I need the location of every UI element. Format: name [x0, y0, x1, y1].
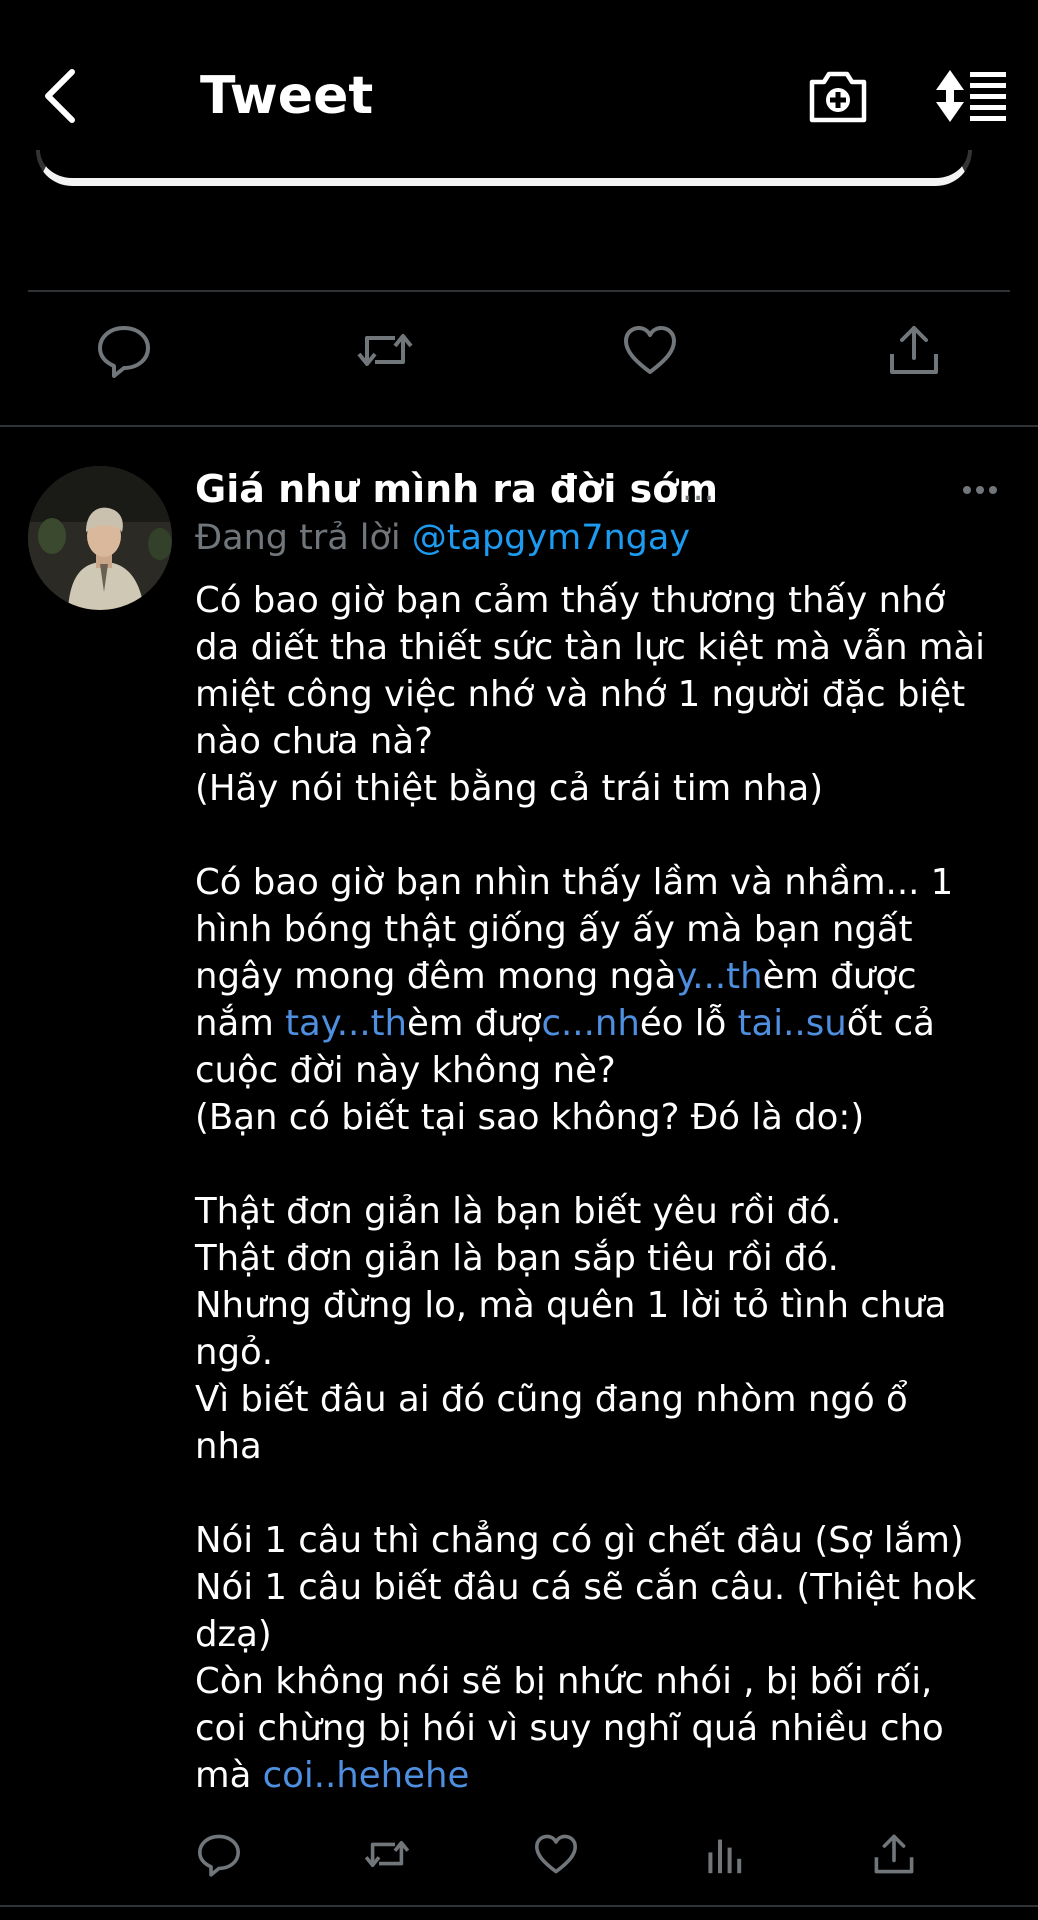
text-line: miệt công việc nhớ và nhớ 1 người đặc bi… — [195, 674, 966, 715]
share-button[interactable] — [884, 320, 944, 380]
text-line: Vì biết đâu ai đó cũng đang nhòm ngó ổ — [195, 1379, 908, 1420]
top-nav-bar: Tweet — [0, 0, 1038, 160]
retweet-button[interactable] — [363, 1830, 411, 1878]
text-line: da diết tha thiết sức tàn lực kiệt mà vẫ… — [195, 627, 986, 668]
share-icon — [874, 1834, 914, 1874]
text-line: ngây mong đêm mong ngày...thèm được — [195, 953, 1010, 1000]
reply-icon — [98, 326, 150, 378]
share-icon — [890, 326, 938, 374]
name-truncation: ... — [682, 469, 715, 509]
text-segment: èm đượ — [407, 1003, 542, 1044]
text-line: Thật đơn giản là bạn biết yêu rồi đó. — [195, 1191, 842, 1232]
reply-button[interactable] — [195, 1830, 243, 1878]
author-display-name[interactable]: Giá như mình ra đời sớm — [195, 462, 718, 516]
text-line: Nói 1 câu thì chẳng có gì chết đâu (Sợ l… — [195, 1520, 964, 1561]
text-line: ngỏ. — [195, 1332, 274, 1373]
text-segment: éo lỗ — [639, 1003, 738, 1044]
like-icon — [624, 326, 676, 374]
sort-list-icon — [936, 70, 1006, 122]
text-segment: nắm — [195, 1003, 286, 1044]
tweet-body: Có bao giờ bạn cảm thấy thương thấy nhớ … — [195, 577, 1010, 1799]
text-line: Nhưng đừng lo, mà quên 1 lời tỏ tình chư… — [195, 1285, 947, 1326]
like-icon — [535, 1834, 577, 1874]
text-line: cuộc đời này không nè? — [195, 1050, 616, 1091]
text-segment: ngây mong đêm mong ngà — [195, 956, 677, 997]
share-button[interactable] — [870, 1830, 918, 1878]
media-preview-edge — [36, 150, 972, 186]
tweet-action-bar — [0, 320, 1038, 400]
highlighted-text: y...th — [676, 956, 763, 997]
text-line: Có bao giờ bạn cảm thấy thương thấy nhớ — [195, 580, 946, 621]
text-line: coi chừng bị hói vì suy nghĩ quá nhiều c… — [195, 1708, 944, 1749]
text-line: (Hãy nói thiệt bằng cả trái tim nha) — [195, 768, 824, 809]
like-button[interactable] — [620, 320, 680, 380]
reply-icon — [198, 1834, 240, 1877]
more-horizontal-icon — [963, 486, 997, 494]
text-line: nào chưa nà? — [195, 721, 433, 762]
text-segment: èm được — [762, 956, 917, 997]
text-line: Nói 1 câu biết đâu cá sẽ cắn câu. (Thiệt… — [195, 1567, 977, 1608]
avatar-photo — [28, 466, 172, 610]
text-line: hình bóng thật giống ấy ấy mà bạn ngất — [195, 909, 913, 950]
page-title: Tweet — [200, 66, 374, 126]
text-line: nha — [195, 1426, 262, 1467]
sort-replies-button[interactable] — [934, 66, 1010, 126]
reply-action-bar — [0, 1830, 1038, 1890]
text-line: Có bao giờ bạn nhìn thấy lầm và nhầm... … — [195, 862, 954, 903]
replying-to-label: Đang trả lời — [195, 518, 401, 558]
highlighted-text: coi..hehehe — [262, 1755, 470, 1796]
text-line: dzạ) — [195, 1614, 272, 1655]
text-line: Còn không nói sẽ bị nhức nhói , bị bối r… — [195, 1661, 933, 1702]
avatar[interactable] — [28, 466, 172, 610]
like-button[interactable] — [532, 1830, 580, 1878]
back-button[interactable] — [36, 64, 88, 128]
divider — [28, 290, 1010, 292]
more-options-button[interactable] — [960, 470, 1000, 510]
reply-button[interactable] — [94, 320, 154, 380]
retweet-icon — [364, 1841, 410, 1867]
text-segment: mà — [195, 1755, 263, 1796]
back-arrow-icon — [45, 69, 75, 123]
replying-to-line: Đang trả lời @tapgym7ngay — [195, 513, 690, 563]
analytics-button[interactable] — [702, 1830, 750, 1878]
highlighted-text: tai..su — [737, 1003, 847, 1044]
analytics-icon — [708, 1839, 742, 1874]
highlighted-text: tay...th — [285, 1003, 408, 1044]
highlighted-text: c...nh — [541, 1003, 640, 1044]
divider — [0, 1905, 1038, 1907]
retweet-icon — [357, 334, 413, 366]
add-photo-button[interactable] — [806, 66, 870, 126]
retweet-button[interactable] — [355, 320, 415, 380]
text-line: Thật đơn giản là bạn sắp tiêu rồi đó. — [195, 1238, 839, 1279]
text-line: (Bạn có biết tại sao không? Đó là do:) — [195, 1097, 865, 1138]
camera-plus-icon — [809, 71, 867, 123]
text-segment: ốt cả — [846, 1003, 935, 1044]
text-line: nắm tay...thèm được...nhéo lỗ tai..suốt … — [195, 1000, 1010, 1047]
text-line: mà coi..hehehe — [195, 1752, 1010, 1799]
mention-link[interactable]: @tapgym7ngay — [412, 518, 690, 558]
divider — [0, 425, 1038, 427]
